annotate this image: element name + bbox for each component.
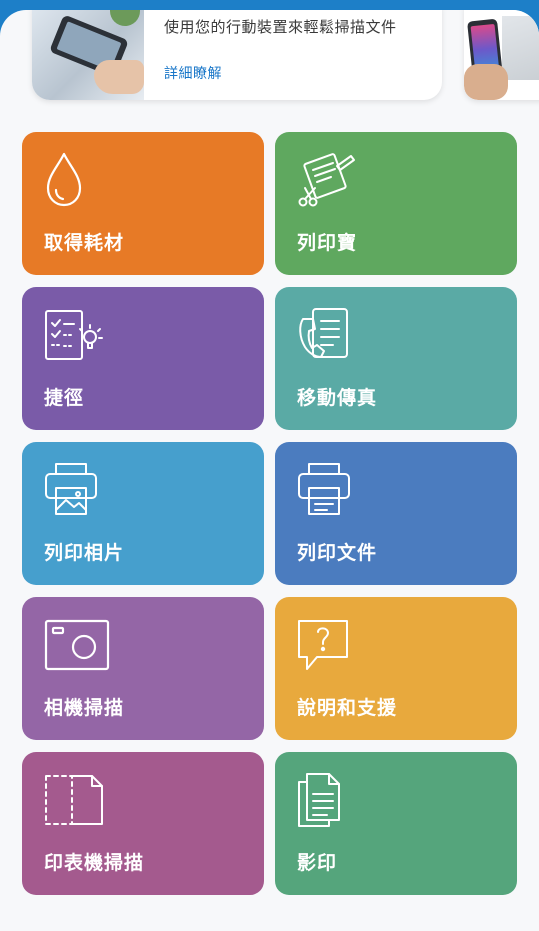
shortcuts-icon	[44, 307, 110, 363]
learn-more-link[interactable]: 詳細瞭解	[164, 63, 222, 83]
promo-card[interactable]: 使用您的行動裝置來輕鬆掃描文件 詳細瞭解	[32, 10, 442, 100]
promo-carousel[interactable]: 使用您的行動裝置來輕鬆掃描文件 詳細瞭解	[0, 10, 539, 102]
tile-printer-scan[interactable]: 印表機掃描	[22, 752, 264, 895]
promo-text: 使用您的行動裝置來輕鬆掃描文件	[164, 18, 397, 36]
tile-shortcuts[interactable]: 捷徑	[22, 287, 264, 430]
tile-label: 影印	[297, 852, 338, 874]
tile-label: 捷徑	[44, 387, 85, 409]
tile-help-support[interactable]: 說明和支援	[275, 597, 517, 740]
copy-icon	[297, 772, 363, 828]
help-support-icon	[297, 617, 363, 673]
tile-label: 移動傳真	[297, 387, 378, 409]
tile-camera-scan[interactable]: 相機掃描	[22, 597, 264, 740]
tile-mobile-fax[interactable]: 移動傳真	[275, 287, 517, 430]
promo-card-next[interactable]	[464, 10, 539, 100]
tile-printables[interactable]: 列印寶	[275, 132, 517, 275]
printables-icon	[297, 152, 363, 208]
tile-label: 印表機掃描	[44, 852, 145, 874]
tile-label: 說明和支援	[297, 697, 398, 719]
tile-label: 列印寶	[297, 232, 358, 254]
camera-scan-icon	[44, 617, 110, 673]
feature-tile-grid: 取得耗材 列印寶 捷徑 移動傳真 列印相片 列印文件 相機掃描 說明和支援 印表…	[22, 132, 517, 895]
print-photo-icon	[44, 462, 110, 518]
promo-image	[32, 10, 144, 100]
tile-label: 相機掃描	[44, 697, 125, 719]
tile-print-documents[interactable]: 列印文件	[275, 442, 517, 585]
printer-scan-icon	[44, 772, 110, 828]
ink-drop-icon	[44, 152, 110, 208]
tile-label: 列印相片	[44, 542, 125, 564]
tile-label: 取得耗材	[44, 232, 125, 254]
tile-print-photos[interactable]: 列印相片	[22, 442, 264, 585]
tile-copy[interactable]: 影印	[275, 752, 517, 895]
mobile-fax-icon	[297, 307, 363, 363]
tile-label: 列印文件	[297, 542, 378, 564]
home-sheet: 使用您的行動裝置來輕鬆掃描文件 詳細瞭解 取得耗材 列印寶 捷徑 移動傳真 列印…	[0, 10, 539, 931]
tile-get-supplies[interactable]: 取得耗材	[22, 132, 264, 275]
print-document-icon	[297, 462, 363, 518]
